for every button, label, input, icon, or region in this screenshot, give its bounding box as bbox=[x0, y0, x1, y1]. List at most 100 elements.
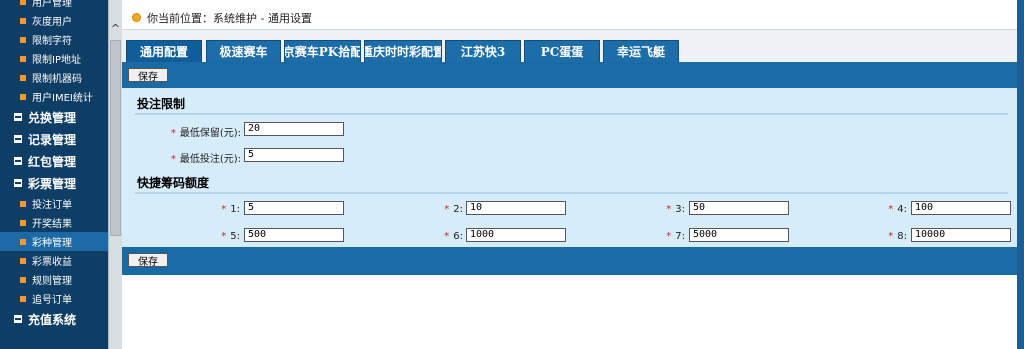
chip-input-8[interactable]: 10000 bbox=[911, 228, 1011, 242]
top-toolbar: 保存 bbox=[122, 62, 1017, 90]
empty-area bbox=[122, 275, 1017, 349]
save-button-bottom[interactable]: 保存 bbox=[128, 253, 168, 268]
bullet-icon bbox=[20, 276, 26, 283]
divider bbox=[135, 192, 1008, 194]
sidebar-label: 限制IP地址 bbox=[32, 55, 81, 66]
sidebar-item[interactable]: 用户管理 bbox=[0, 0, 108, 11]
chip-label: * 7: bbox=[666, 231, 685, 242]
sidebar-group[interactable]: 充值系统 bbox=[0, 308, 108, 330]
sidebar-item[interactable]: 限制IP地址 bbox=[0, 49, 108, 68]
sidebar-item[interactable]: 用户IMEI统计 bbox=[0, 87, 108, 106]
tab-lucky-airship[interactable]: 幸运飞艇 bbox=[603, 40, 679, 62]
breadcrumb-text: 你当前位置：系统维护 - 通用设置 bbox=[147, 11, 312, 25]
collapse-icon bbox=[14, 179, 22, 187]
chip-label: * 4: bbox=[888, 204, 907, 215]
divider bbox=[135, 113, 1008, 115]
breadcrumb: 你当前位置：系统维护 - 通用设置 bbox=[122, 6, 1017, 30]
bullet-icon bbox=[20, 219, 26, 226]
sidebar-label: 红包管理 bbox=[28, 154, 77, 169]
sidebar-label: 记录管理 bbox=[28, 132, 77, 147]
right-edge bbox=[1017, 0, 1024, 349]
sidebar-label: 彩种管理 bbox=[32, 238, 72, 249]
tab-beijing-pk10[interactable]: 北京赛车PK拾配置 bbox=[284, 40, 361, 62]
sidebar-label: 充值系统 bbox=[28, 312, 77, 327]
chip-label: * 5: bbox=[221, 231, 240, 242]
sidebar-label: 开奖结果 bbox=[32, 219, 72, 230]
chip-label: * 2: bbox=[444, 204, 463, 215]
sidebar-label: 追号订单 bbox=[32, 295, 72, 306]
collapse-icon bbox=[14, 315, 22, 323]
sidebar-item[interactable]: 灰度用户 bbox=[0, 11, 108, 30]
bullet-icon bbox=[20, 257, 26, 264]
chip-input-6[interactable]: 1000 bbox=[466, 228, 566, 242]
min-keep-input[interactable]: 20 bbox=[244, 122, 344, 136]
sidebar-group[interactable]: 记录管理 bbox=[0, 128, 108, 150]
scroll-thumb[interactable] bbox=[110, 40, 121, 236]
sidebar-label: 用户管理 bbox=[32, 0, 72, 9]
chip-input-3[interactable]: 50 bbox=[689, 201, 789, 215]
sidebar-label: 限制字符 bbox=[32, 36, 72, 47]
bullet-icon bbox=[20, 74, 26, 81]
sidebar-item[interactable]: 限制机器码 bbox=[0, 68, 108, 87]
sidebar-item[interactable]: 彩种管理 bbox=[0, 232, 108, 251]
main-panel: 你当前位置：系统维护 - 通用设置 通用配置 极速赛车 北京赛车PK拾配置 重庆… bbox=[122, 0, 1017, 349]
chip-input-1[interactable]: 5 bbox=[244, 201, 344, 215]
bullet-icon bbox=[20, 200, 26, 207]
bet-limit-title: 投注限制 bbox=[137, 97, 186, 111]
bullet-icon bbox=[20, 17, 26, 24]
sidebar-group[interactable]: 红包管理 bbox=[0, 150, 108, 172]
required-icon: * bbox=[170, 128, 176, 139]
sidebar-label: 兑换管理 bbox=[28, 110, 77, 125]
sidebar-item[interactable]: 规则管理 bbox=[0, 270, 108, 289]
tab-jiangsu-k3[interactable]: 江苏快3 bbox=[445, 40, 521, 62]
bullet-icon bbox=[20, 93, 26, 100]
sidebar-label: 灰度用户 bbox=[32, 17, 72, 28]
collapse-icon bbox=[14, 135, 22, 143]
sidebar-item[interactable]: 彩票收益 bbox=[0, 251, 108, 270]
tab-general[interactable]: 通用配置 bbox=[126, 40, 202, 62]
sidebar-label: 彩票收益 bbox=[32, 257, 72, 268]
sidebar-label: 规则管理 bbox=[32, 276, 72, 287]
tab-pc-egg[interactable]: PC蛋蛋 bbox=[524, 40, 600, 62]
bullet-icon bbox=[20, 55, 26, 62]
required-icon: * bbox=[170, 154, 176, 165]
chip-input-5[interactable]: 500 bbox=[244, 228, 344, 242]
chips-title: 快捷筹码额度 bbox=[137, 176, 210, 190]
sidebar-item[interactable]: 投注订单 bbox=[0, 194, 108, 213]
bullet-icon bbox=[20, 295, 26, 302]
collapse-icon bbox=[14, 157, 22, 165]
chip-input-7[interactable]: 5000 bbox=[689, 228, 789, 242]
sidebar-label: 用户IMEI统计 bbox=[32, 93, 93, 104]
scroll-up-icon[interactable]: ^ bbox=[109, 22, 122, 36]
sidebar-scrollbar[interactable]: ^ bbox=[108, 0, 122, 349]
chip-label: * 3: bbox=[666, 204, 685, 215]
bullet-icon bbox=[20, 36, 26, 43]
sidebar-item[interactable]: 开奖结果 bbox=[0, 213, 108, 232]
sidebar: 用户管理灰度用户限制字符限制IP地址 限制机器码用户IMEI统计兑换管理记录管理红… bbox=[0, 0, 108, 349]
chip-label: * 1: bbox=[221, 204, 240, 215]
chip-input-4[interactable]: 100 bbox=[911, 201, 1011, 215]
settings-form: 投注限制 * 最低保留(元): 20 * 最低投注(元): 5 快捷筹码额度 * 1:… bbox=[122, 88, 1017, 247]
sidebar-item[interactable]: 限制字符 bbox=[0, 30, 108, 49]
save-button-top[interactable]: 保存 bbox=[128, 68, 168, 83]
tab-speed-racing[interactable]: 极速赛车 bbox=[206, 40, 281, 62]
sidebar-label: 投注订单 bbox=[32, 200, 72, 211]
chip-label: * 8: bbox=[888, 231, 907, 242]
bullet-icon bbox=[20, 0, 26, 5]
sidebar-group[interactable]: 彩票管理 bbox=[0, 172, 108, 194]
sidebar-label: 限制机器码 bbox=[32, 74, 82, 85]
sidebar-group[interactable]: 兑换管理 bbox=[0, 106, 108, 128]
min-keep-label: * 最低保留(元): bbox=[170, 128, 241, 139]
min-bet-input[interactable]: 5 bbox=[244, 148, 344, 162]
location-icon bbox=[132, 13, 141, 22]
min-bet-label: * 最低投注(元): bbox=[170, 154, 241, 165]
collapse-icon bbox=[14, 113, 22, 121]
tab-strip: 通用配置 极速赛车 北京赛车PK拾配置 重庆时时彩配置 江苏快3 PC蛋蛋 幸运… bbox=[122, 30, 1017, 62]
bottom-toolbar: 保存 bbox=[122, 247, 1017, 275]
bullet-icon bbox=[20, 238, 26, 245]
tab-chongqing-ssc[interactable]: 重庆时时彩配置 bbox=[364, 40, 442, 62]
chip-input-2[interactable]: 10 bbox=[466, 201, 566, 215]
chip-label: * 6: bbox=[444, 231, 463, 242]
sidebar-label: 彩票管理 bbox=[28, 176, 77, 191]
sidebar-item[interactable]: 追号订单 bbox=[0, 289, 108, 308]
